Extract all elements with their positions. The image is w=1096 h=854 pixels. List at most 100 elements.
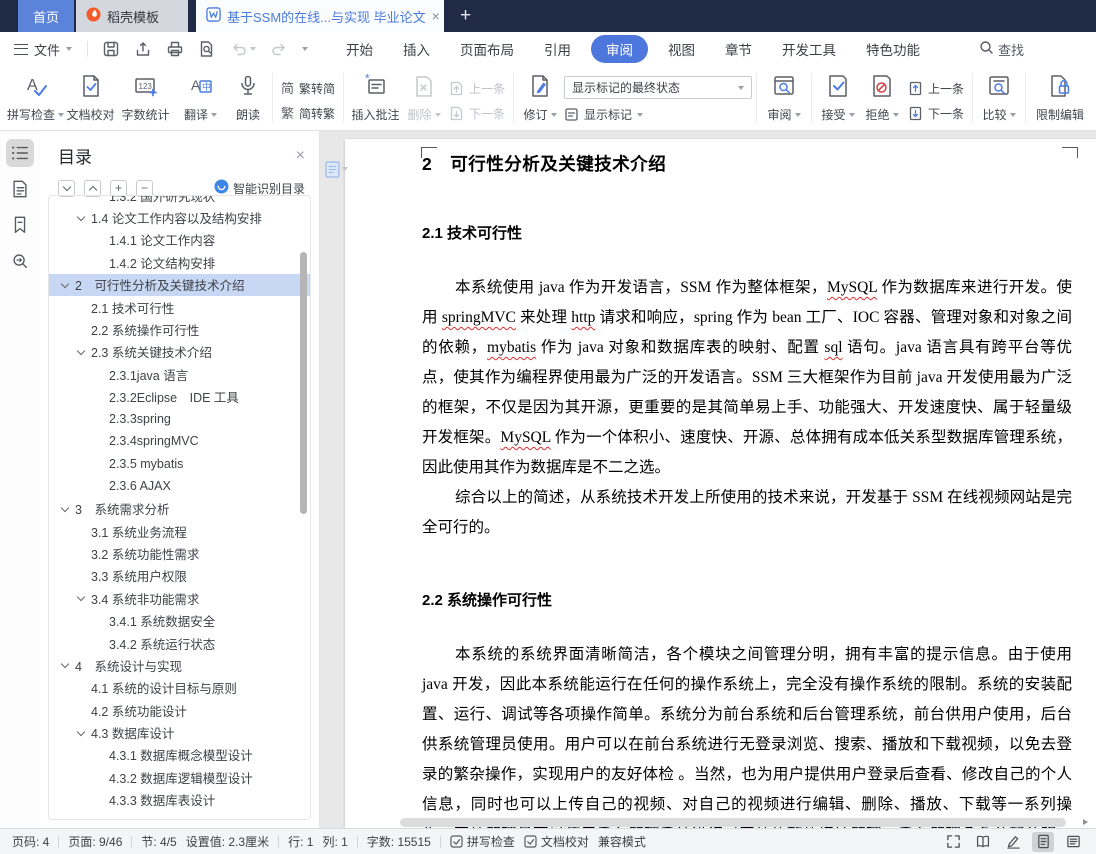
toc-item[interactable]: 1.4.1 论文工作内容 (49, 229, 310, 251)
close-icon[interactable]: × (296, 147, 305, 165)
status-doc-proof-toggle[interactable]: 文档校对 (524, 833, 589, 850)
tab-close-icon[interactable]: × (432, 8, 440, 24)
toc-item[interactable]: 2.3.2Eclipse IDE 工具 (49, 386, 310, 408)
status-compat-mode[interactable]: 兼容模式 (598, 833, 646, 850)
trad-to-simp-button[interactable]: 简繁转简 (281, 80, 335, 97)
chapter-heading: 2 可行性分析及关键技术介绍 (422, 154, 667, 174)
toc-item[interactable]: 2.3 系统关键技术介绍 (49, 341, 310, 363)
insert-comment-button[interactable]: * 插入批注 (348, 70, 403, 123)
page-view-button[interactable] (1032, 831, 1054, 852)
menu-review[interactable]: 审阅 (591, 35, 649, 63)
translate-button[interactable]: A中 翻译 (173, 70, 228, 123)
toc-item[interactable]: 2.3.6 AJAX (49, 475, 310, 497)
print-button[interactable] (159, 40, 191, 58)
toc-item[interactable]: 4.3.1 数据库概念模型设计 (49, 744, 310, 766)
ink-annotate-button[interactable] (1002, 832, 1024, 852)
tab-docer[interactable]: 稻壳模板 (76, 0, 188, 32)
undo-button[interactable] (223, 40, 263, 58)
toc-item[interactable]: 2.2 系统操作可行性 (49, 318, 310, 340)
toc-item[interactable]: 2.3.5 mybatis (49, 453, 310, 475)
toc-item[interactable]: 3.2 系统功能性需求 (49, 542, 310, 564)
tab-document[interactable]: 基于SSM的在线...与实现 毕业论文 × (196, 0, 444, 32)
toc-item[interactable]: 1.4 论文工作内容以及结构安排 (49, 206, 310, 228)
toc-item[interactable]: 4.1 系统的设计目标与原则 (49, 677, 310, 699)
status-spell-check-toggle[interactable]: 拼写检查 (450, 833, 515, 850)
menu-page-layout[interactable]: 页面布局 (445, 34, 529, 64)
toc-item[interactable]: 2.3.4springMVC (49, 430, 310, 452)
spell-check-icon: A (23, 73, 49, 104)
compare-button[interactable]: 比较 (977, 70, 1021, 123)
accept-button[interactable]: 接受 (816, 70, 860, 123)
restrict-edit-button[interactable]: 限制编辑 (1030, 70, 1090, 123)
horizontal-scrollbar[interactable] (400, 818, 1088, 827)
expand-all-button[interactable]: + (110, 179, 127, 197)
toc-item[interactable]: 3.4.2 系统运行状态 (49, 632, 310, 654)
bookmark-panel-button[interactable] (6, 211, 34, 239)
horizontal-scrollbar-thumb[interactable] (400, 818, 1066, 827)
prev-change-button[interactable]: 上一条 (908, 80, 964, 97)
menu-view[interactable]: 视图 (653, 34, 710, 64)
chevron-down-icon (60, 660, 70, 669)
review-mode-button[interactable]: 审阅 (761, 70, 807, 123)
reject-button[interactable]: 拒绝 (860, 70, 904, 123)
toc-item[interactable]: 4.3.3 数据库表设计 (49, 789, 310, 811)
redo-button[interactable] (263, 40, 295, 58)
outline-view-button[interactable] (1062, 832, 1084, 852)
find-replace-panel-button[interactable] (6, 247, 34, 275)
menu-section[interactable]: 章节 (710, 34, 767, 64)
toc-item[interactable]: 1.4.2 论文结构安排 (49, 251, 310, 273)
save-button[interactable] (95, 40, 127, 58)
next-comment-button[interactable]: 下一条 (449, 105, 505, 122)
toc-scrollbar-thumb[interactable] (300, 252, 307, 514)
find-button[interactable]: 查找 (979, 40, 1024, 59)
toc-item[interactable]: 4.2 系统功能设计 (49, 699, 310, 721)
page-options-badge[interactable] (325, 161, 348, 178)
collapse-prev-button[interactable] (84, 179, 101, 197)
toc-item[interactable]: 3.3 系统用户权限 (49, 565, 310, 587)
toc-item[interactable]: 3.4.1 系统数据安全 (49, 609, 310, 631)
file-menu-label: 文件 (34, 42, 61, 58)
read-aloud-button[interactable]: 朗读 (228, 70, 268, 123)
file-menu-button[interactable]: 文件 (0, 40, 80, 59)
delete-comment-button[interactable]: 删除 (403, 70, 445, 123)
menu-start[interactable]: 开始 (331, 34, 388, 64)
prev-comment-button[interactable]: 上一条 (449, 80, 505, 97)
toc-panel-button[interactable] (6, 139, 34, 167)
toc-item[interactable]: 3.1 系统业务流程 (49, 520, 310, 542)
word-count-button[interactable]: 123 字数统计 (118, 70, 173, 123)
collapse-all-button[interactable]: − (136, 179, 153, 197)
toc-item[interactable]: 4 系统设计与实现 (49, 654, 310, 676)
fullscreen-button[interactable] (942, 832, 964, 852)
menu-dev-tools[interactable]: 开发工具 (767, 34, 851, 64)
menu-references[interactable]: 引用 (529, 34, 586, 64)
simp-to-trad-button[interactable]: 繁简转繁 (281, 105, 335, 122)
track-changes-button[interactable]: 修订 (518, 70, 562, 123)
menu-special-features[interactable]: 特色功能 (851, 34, 935, 64)
toc-item[interactable]: 2.1 技术可行性 (49, 296, 310, 318)
toc-item[interactable]: 3.4 系统非功能需求 (49, 587, 310, 609)
expand-next-button[interactable] (58, 179, 75, 197)
toc-item[interactable]: 3 系统需求分析 (49, 497, 310, 519)
scroll-right-arrow-icon[interactable] (1083, 819, 1088, 825)
misspelled-word: http (571, 309, 596, 326)
toc-item[interactable]: 4.3 数据库设计 (49, 721, 310, 743)
quick-access-more-button[interactable] (295, 47, 315, 51)
toc-item[interactable]: 1.3.2 国外研究现状 (49, 196, 310, 206)
spell-check-button[interactable]: A 拼写检查 (7, 70, 65, 123)
markup-state-dropdown[interactable]: 显示标记的最终状态 (564, 76, 753, 99)
new-tab-button[interactable]: + (444, 0, 487, 32)
doc-proof-button[interactable]: 文档校对 (63, 70, 118, 123)
notes-panel-button[interactable] (6, 175, 34, 203)
toc-item-label: 2.3.3spring (109, 412, 171, 427)
toc-item[interactable]: 2.3.1java 语言 (49, 363, 310, 385)
export-button[interactable] (127, 40, 159, 58)
toc-item[interactable]: 4.3.2 数据库逻辑模型设计 (49, 766, 310, 788)
toc-item[interactable]: 2 可行性分析及关键技术介绍 (49, 273, 310, 296)
read-layout-button[interactable] (972, 832, 994, 852)
toc-item[interactable]: 2.3.3spring (49, 408, 310, 430)
menu-insert[interactable]: 插入 (388, 34, 445, 64)
tab-home[interactable]: 首页 (18, 0, 74, 32)
next-change-button[interactable]: 下一条 (908, 105, 964, 122)
print-preview-button[interactable] (191, 40, 223, 58)
show-markup-button[interactable]: 显示标记 (564, 106, 752, 123)
